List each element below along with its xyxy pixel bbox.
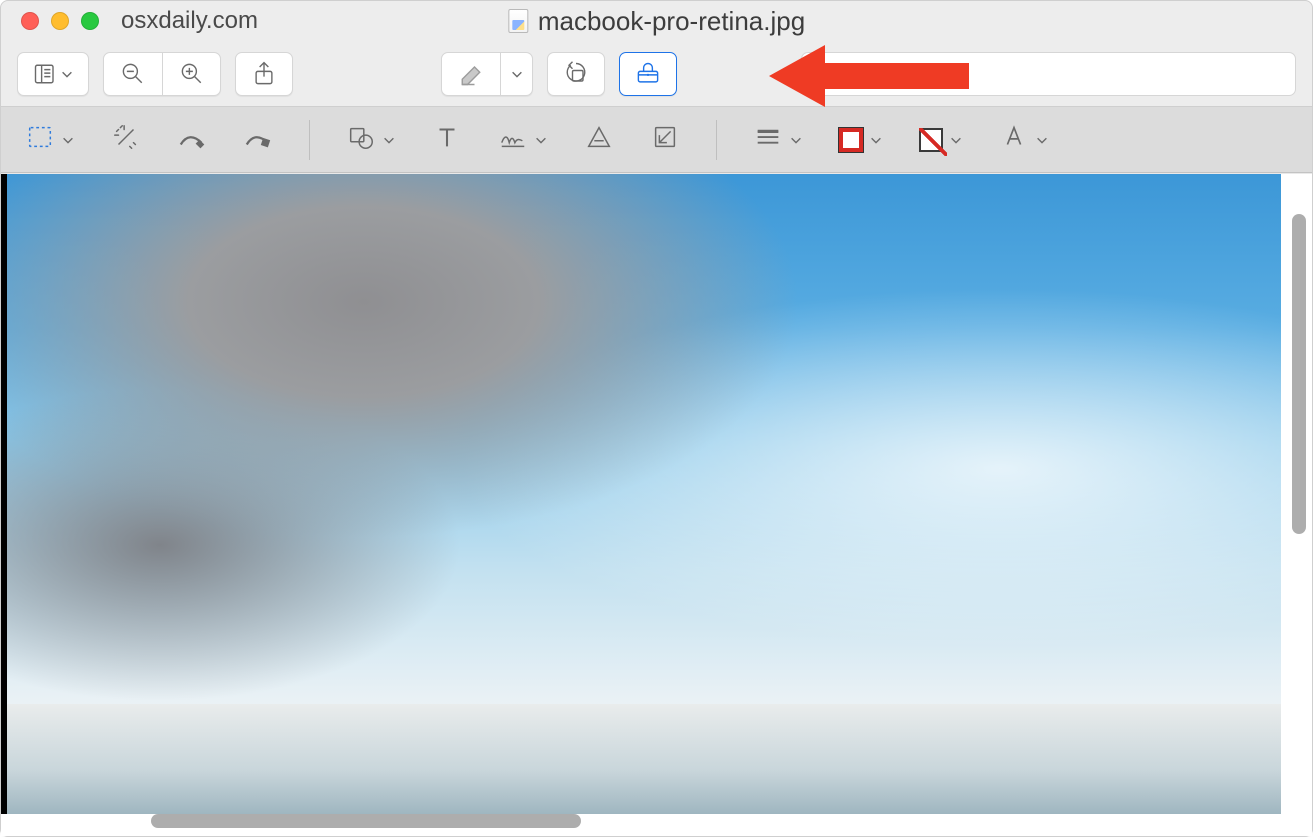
shapes-icon — [346, 122, 376, 157]
share-icon — [250, 60, 278, 88]
sketch-icon — [243, 122, 273, 157]
toolbox-icon — [634, 60, 662, 88]
content-area — [1, 173, 1312, 836]
file-icon — [508, 9, 528, 33]
sketch-tool[interactable] — [243, 122, 273, 157]
fill-color-tool[interactable] — [919, 128, 963, 152]
highlight-menu-button[interactable] — [500, 52, 532, 96]
vertical-divider — [716, 120, 717, 160]
search-field[interactable]: Search — [801, 52, 1296, 96]
zoom-in-icon — [178, 60, 206, 88]
main-toolbar: Search — [1, 41, 1312, 107]
zoom-out-button[interactable] — [104, 52, 162, 96]
font-style-tool[interactable] — [999, 122, 1049, 157]
zoom-segment — [103, 52, 221, 96]
preview-window: osxdaily.com macbook-pro-retina.jpg — [0, 0, 1313, 837]
highlight-button[interactable] — [442, 52, 500, 96]
adjust-color-icon — [584, 122, 614, 157]
fill-color-swatch — [919, 128, 943, 152]
chevron-down-icon — [1035, 133, 1049, 147]
highlight-icon — [457, 60, 485, 88]
draw-tool[interactable] — [177, 122, 207, 157]
sidebar-icon — [32, 60, 60, 88]
rotate-button[interactable] — [547, 52, 605, 96]
adjust-size-tool[interactable] — [650, 122, 680, 157]
vertical-scrollbar[interactable] — [1292, 214, 1306, 534]
share-button[interactable] — [235, 52, 293, 96]
chevron-down-icon — [510, 67, 524, 81]
pencil-icon — [177, 122, 207, 157]
text-icon — [432, 122, 462, 157]
highlight-segment — [441, 52, 533, 96]
window-filename: macbook-pro-retina.jpg — [538, 6, 805, 37]
rotate-icon — [562, 60, 590, 88]
border-color-tool[interactable] — [839, 128, 883, 152]
instant-alpha-tool[interactable] — [111, 122, 141, 157]
markup-toolbar-button[interactable] — [619, 52, 677, 96]
close-window-button[interactable] — [21, 12, 39, 30]
chevron-down-icon — [534, 133, 548, 147]
text-tool[interactable] — [432, 122, 462, 157]
search-icon — [818, 63, 840, 85]
chevron-down-icon — [869, 133, 883, 147]
chevron-down-icon — [949, 133, 963, 147]
chevron-down-icon — [61, 133, 75, 147]
zoom-out-icon — [119, 60, 147, 88]
border-style-icon — [753, 122, 783, 157]
markup-toolbar — [1, 107, 1312, 173]
adjust-color-tool[interactable] — [584, 122, 614, 157]
signature-icon — [498, 122, 528, 157]
chevron-down-icon — [60, 67, 74, 81]
chevron-down-icon — [789, 133, 803, 147]
zoom-in-button[interactable] — [162, 52, 220, 96]
border-color-swatch — [839, 128, 863, 152]
source-label: osxdaily.com — [121, 7, 258, 35]
horizontal-scrollbar[interactable] — [151, 814, 581, 828]
window-title: macbook-pro-retina.jpg — [508, 6, 805, 37]
selection-icon — [25, 122, 55, 157]
wand-icon — [111, 122, 141, 157]
adjust-size-icon — [650, 122, 680, 157]
search-placeholder: Search — [850, 61, 920, 87]
border-style-tool[interactable] — [753, 122, 803, 157]
selection-tool[interactable] — [25, 122, 75, 157]
image-canvas[interactable] — [1, 174, 1281, 814]
vertical-divider — [309, 120, 310, 160]
font-style-icon — [999, 122, 1029, 157]
shapes-tool[interactable] — [346, 122, 396, 157]
signature-tool[interactable] — [498, 122, 548, 157]
titlebar: osxdaily.com macbook-pro-retina.jpg — [1, 1, 1312, 41]
traffic-lights — [21, 12, 99, 30]
zoom-window-button[interactable] — [81, 12, 99, 30]
chevron-down-icon — [382, 133, 396, 147]
sidebar-toggle-button[interactable] — [17, 52, 89, 96]
minimize-window-button[interactable] — [51, 12, 69, 30]
